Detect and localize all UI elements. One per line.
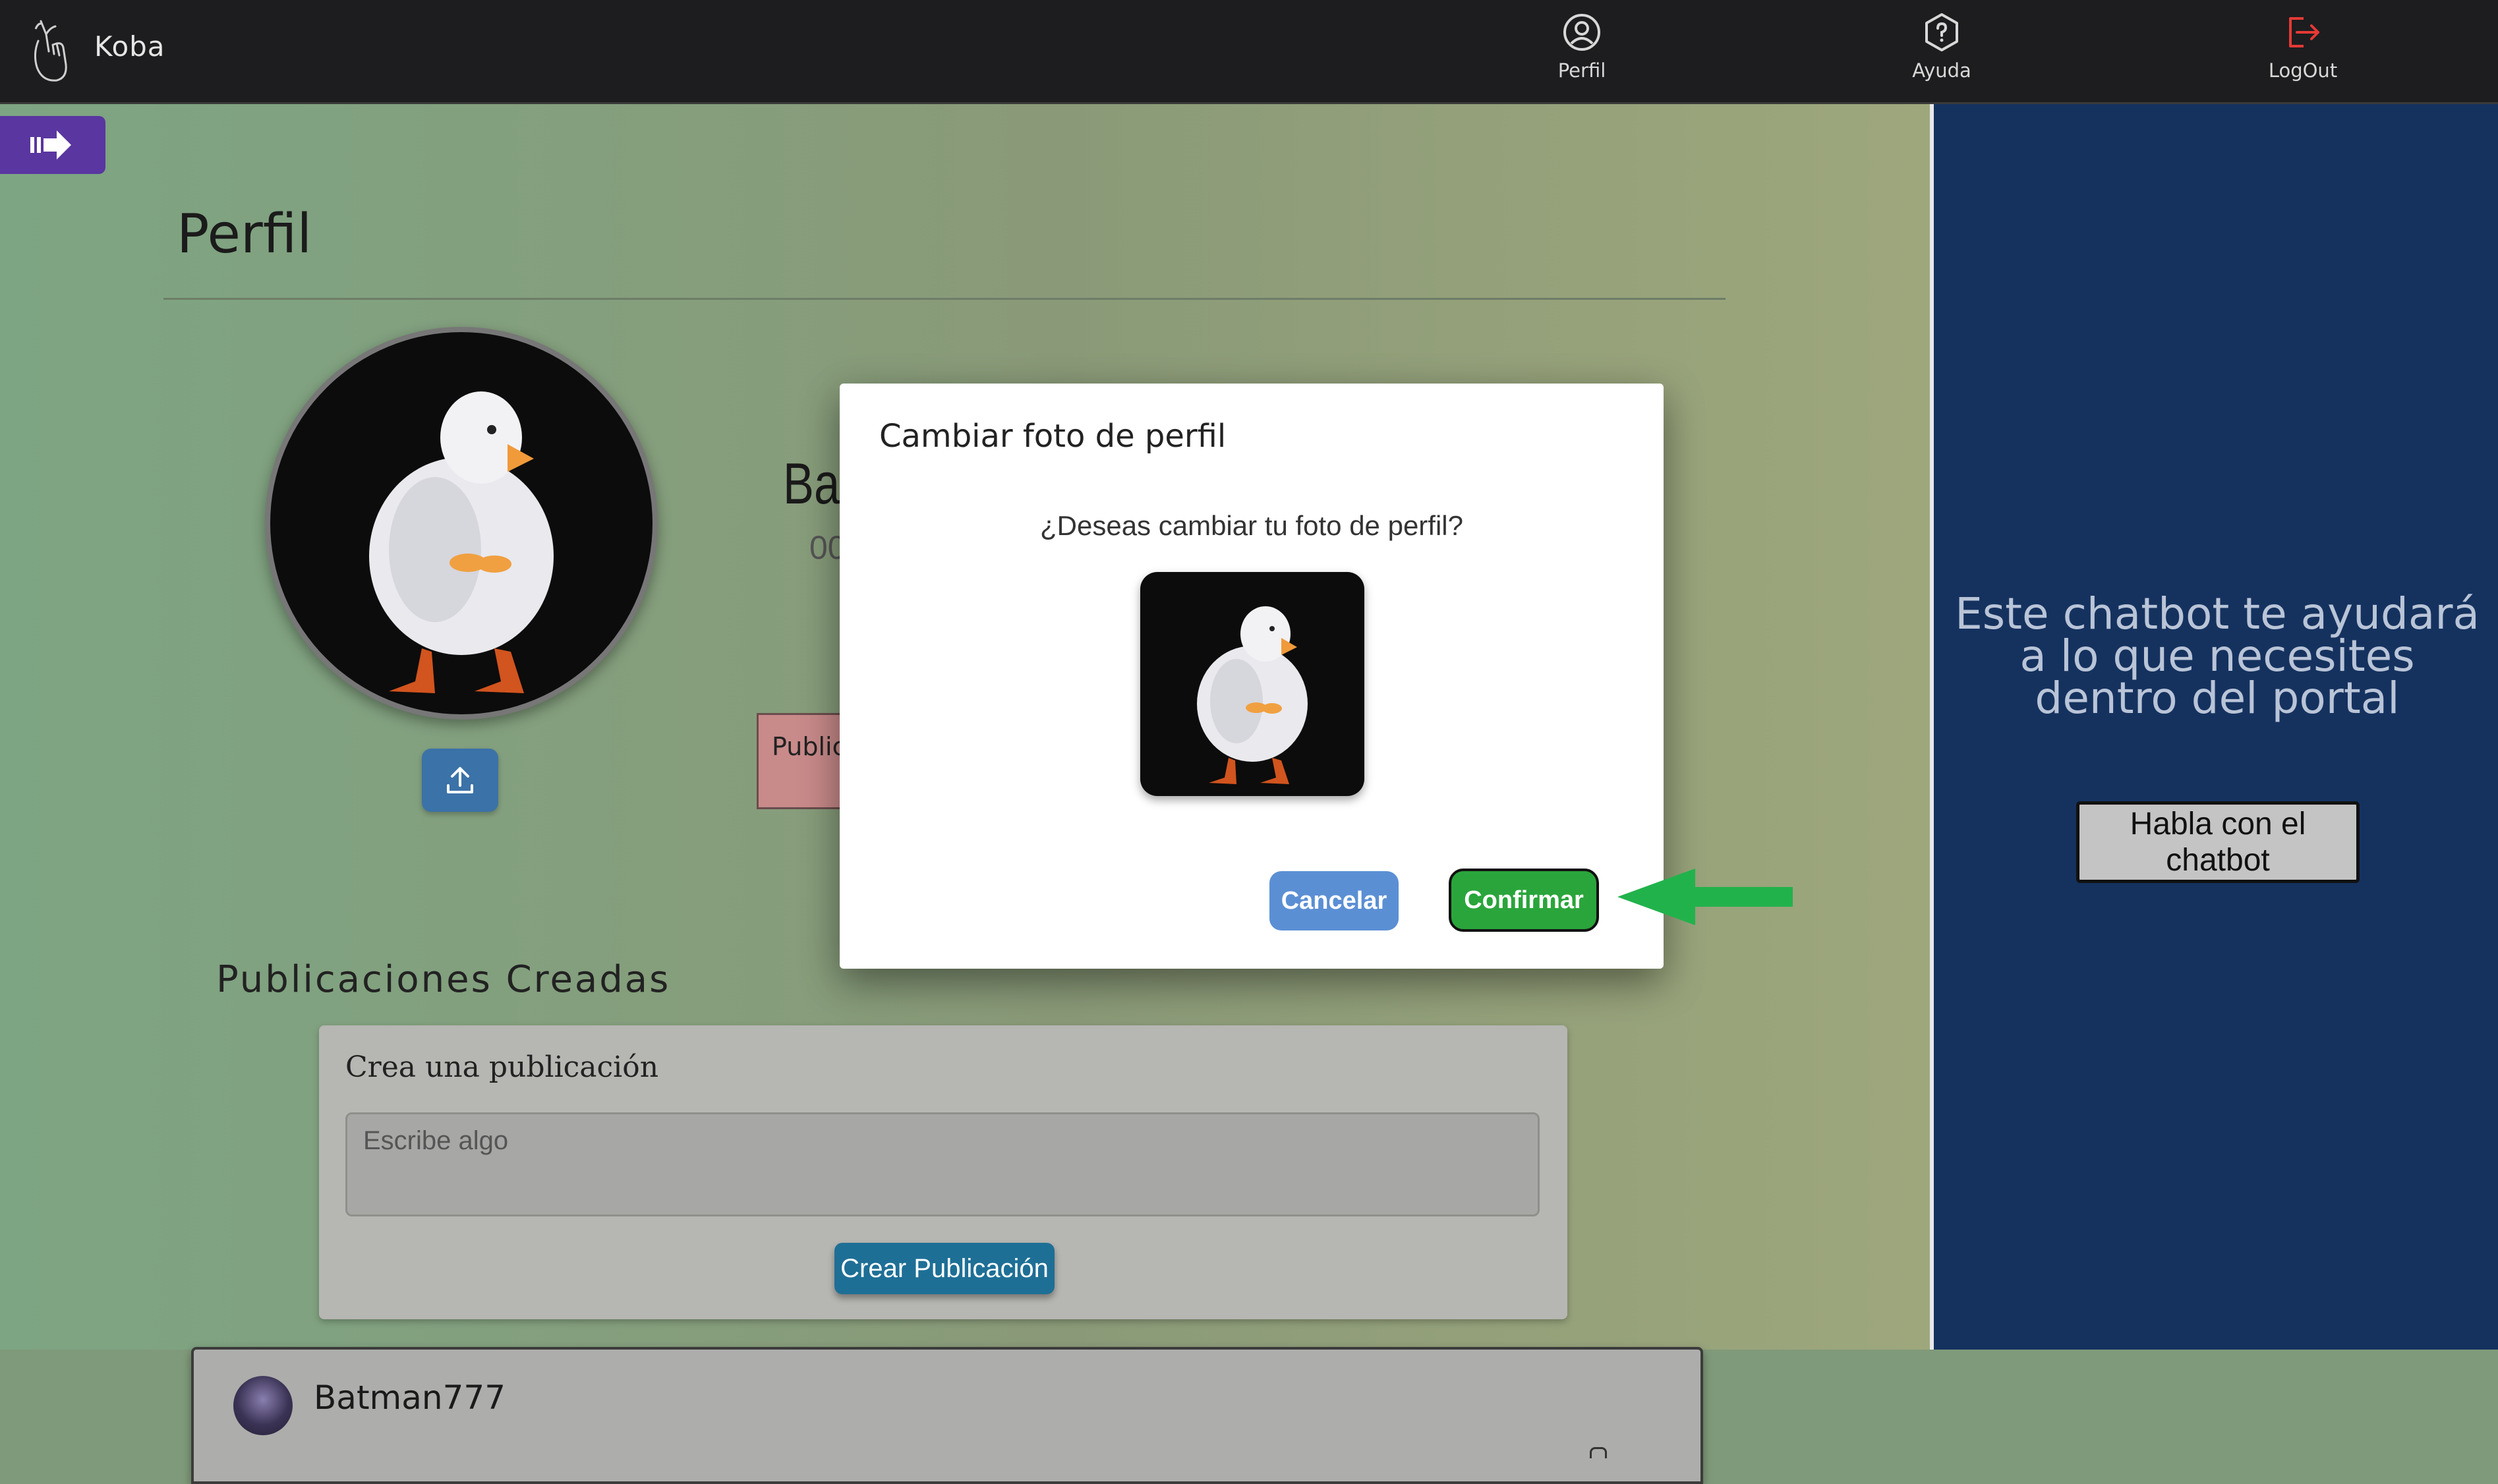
nav-logout[interactable]: LogOut [2224, 12, 2382, 82]
hand-logo-icon [34, 20, 67, 82]
logout-icon [2289, 17, 2319, 47]
arrow-right-icon [30, 130, 71, 159]
user-circle-icon [1563, 14, 1600, 51]
cancel-button[interactable]: Cancelar [1269, 871, 1399, 930]
nav-logout-label: LogOut [2268, 59, 2338, 82]
create-post-card: Crea una publicación Crear Publicación [319, 1025, 1567, 1319]
page-title: Perfil [177, 203, 312, 266]
create-post-title: Crea una publicación [345, 1050, 659, 1084]
duck-photo [270, 332, 653, 714]
title-divider [163, 298, 1726, 300]
avatar[interactable] [233, 1376, 293, 1435]
confirm-button[interactable]: Confirmar [1449, 869, 1599, 932]
nav-ayuda-label: Ayuda [1912, 59, 1971, 82]
help-hexagon-icon [1925, 13, 1958, 51]
brand-name[interactable]: Koba [94, 30, 165, 63]
change-photo-modal: Cambiar foto de perfil ¿Deseas cambiar t… [840, 384, 1664, 969]
post-author[interactable]: Batman777 [314, 1379, 506, 1417]
nav-perfil[interactable]: Perfil [1503, 12, 1661, 82]
section-title: Publicaciones Creadas [216, 958, 671, 1001]
nav-perfil-label: Perfil [1557, 59, 1606, 82]
top-navbar: Koba Perfil Ayuda LogOut [0, 0, 2498, 104]
modal-question: ¿Deseas cambiar tu foto de perfil? [1040, 510, 1463, 541]
chatbot-button[interactable]: Habla con el chatbot [2076, 801, 2360, 883]
publications-badge-label: Public [772, 732, 846, 761]
post-card: Batman777 [191, 1347, 1703, 1484]
modal-title: Cambiar foto de perfil [879, 418, 1227, 455]
publications-badge: Public [757, 713, 853, 809]
new-photo-preview [1140, 572, 1364, 796]
create-post-button[interactable]: Crear Publicación [834, 1243, 1055, 1294]
chatbot-message: Este chatbot te ayudará a lo que necesit… [1955, 588, 2480, 724]
green-arrow-icon [1617, 869, 1793, 925]
upload-photo-button[interactable] [422, 749, 498, 812]
chatbot-panel: Este chatbot te ayudará a lo que necesit… [1930, 104, 2498, 1350]
sidebar-toggle-button[interactable] [0, 116, 105, 174]
upload-icon [447, 767, 473, 793]
profile-avatar[interactable] [265, 327, 658, 720]
nav-ayuda[interactable]: Ayuda [1863, 12, 2021, 82]
lock-icon[interactable] [1590, 1447, 1607, 1458]
post-text-input[interactable] [345, 1112, 1540, 1216]
